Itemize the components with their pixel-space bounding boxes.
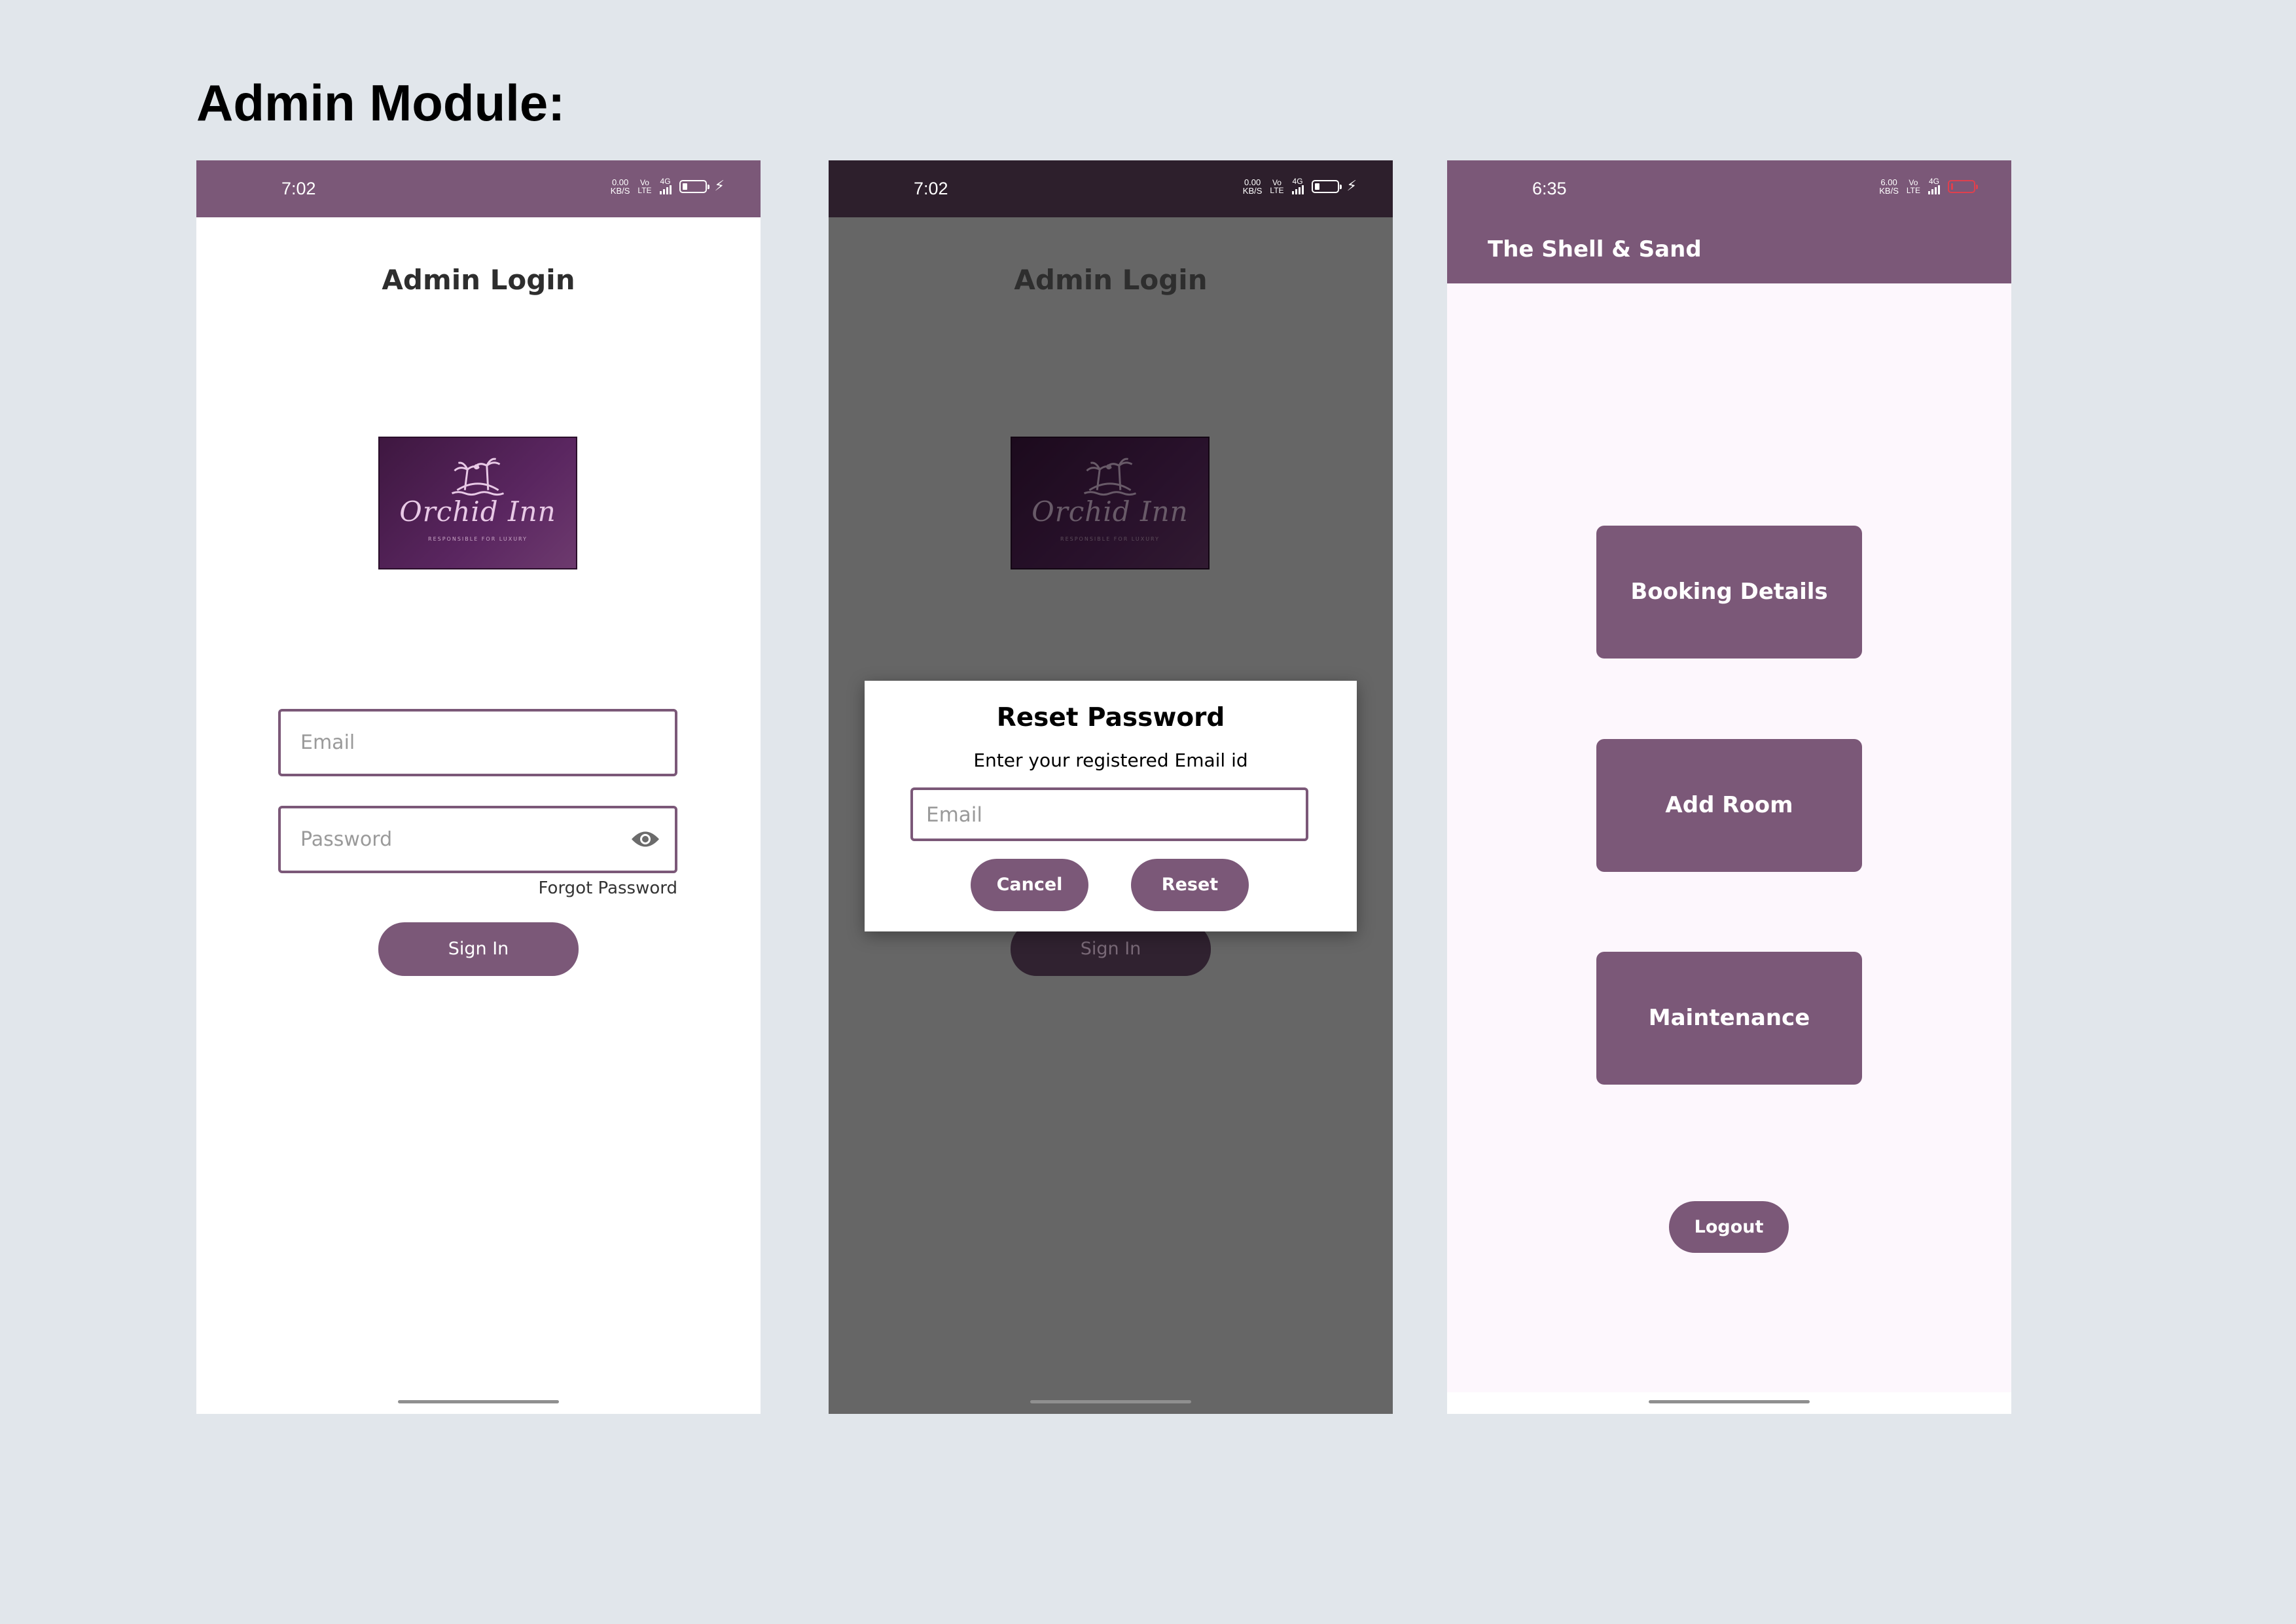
add-room-button[interactable]: Add Room xyxy=(1596,739,1862,872)
status-time: 7:02 xyxy=(281,179,316,198)
status-bar: 7:02 0.00 KB/S Vo LTE 4G ⚡ xyxy=(829,160,1393,217)
signal-icon: 4G xyxy=(659,177,672,196)
logo-name: Orchid Inn xyxy=(399,496,556,528)
network-speed: 6.00 KB/S xyxy=(1879,177,1899,196)
system-icons: 6.00 KB/S Vo LTE 4G xyxy=(1879,177,1978,196)
forgot-password-link[interactable]: Forgot Password xyxy=(539,878,677,898)
home-indicator xyxy=(1030,1400,1191,1403)
logo-name: Orchid Inn xyxy=(1031,496,1189,528)
volte-icon: Vo LTE xyxy=(637,178,652,195)
signal-icon: 4G xyxy=(1928,177,1940,196)
logo-tagline: RESPONSIBLE FOR LUXURY xyxy=(1060,536,1160,542)
charging-icon: ⚡ xyxy=(714,178,725,194)
hotel-logo: Orchid Inn RESPONSIBLE FOR LUXURY xyxy=(378,437,577,569)
phone-screen-reset-password: 7:02 0.00 KB/S Vo LTE 4G ⚡ Admin Login Orc… xyxy=(829,160,1393,1414)
network-speed: 0.00 KB/S xyxy=(1242,177,1263,196)
volte-icon: Vo LTE xyxy=(1270,178,1284,195)
maintenance-button[interactable]: Maintenance xyxy=(1596,952,1862,1085)
phone-screen-admin-login: 7:02 0.00 KB/S Vo LTE 4G ⚡ Admin Login Orc… xyxy=(196,160,761,1414)
status-bar: 6:35 6.00 KB/S Vo LTE 4G xyxy=(1447,160,2011,217)
cancel-button[interactable]: Cancel xyxy=(971,859,1088,911)
palm-island-icon xyxy=(451,458,505,496)
dialog-subtitle: Enter your registered Email id xyxy=(973,749,1248,771)
dialog-title: Reset Password xyxy=(996,703,1225,732)
reset-email-field[interactable]: Email xyxy=(910,787,1308,841)
booking-details-button[interactable]: Booking Details xyxy=(1596,526,1862,659)
palm-island-icon xyxy=(1083,458,1137,496)
reset-button[interactable]: Reset xyxy=(1131,859,1249,911)
system-icons: 0.00 KB/S Vo LTE 4G ⚡ xyxy=(1243,177,1357,196)
battery-icon xyxy=(1311,180,1342,193)
screen-title: Admin Login xyxy=(1014,264,1208,296)
app-bar: The Shell & Sand xyxy=(1447,217,2011,283)
logo-tagline: RESPONSIBLE FOR LUXURY xyxy=(428,536,528,542)
volte-icon: Vo LTE xyxy=(1906,178,1920,195)
phone-screen-admin-dashboard: 6:35 6.00 KB/S Vo LTE 4G The Shell & Sand … xyxy=(1447,160,2011,1414)
app-title: The Shell & Sand xyxy=(1488,236,1702,262)
home-indicator xyxy=(1649,1400,1810,1403)
hotel-logo: Orchid Inn RESPONSIBLE FOR LUXURY xyxy=(1011,437,1210,569)
network-speed: 0.00 KB/S xyxy=(610,177,630,196)
status-time: 7:02 xyxy=(914,179,948,198)
signal-icon: 4G xyxy=(1291,177,1304,196)
email-field[interactable]: Email xyxy=(278,709,677,776)
status-time: 6:35 xyxy=(1532,179,1567,198)
sign-in-button[interactable]: Sign In xyxy=(378,922,579,976)
system-icons: 0.00 KB/S Vo LTE 4G ⚡ xyxy=(611,177,725,196)
password-placeholder: Password xyxy=(300,828,393,851)
reset-password-dialog: Reset Password Enter your registered Ema… xyxy=(865,681,1357,931)
email-placeholder: Email xyxy=(300,731,355,754)
screen-title: Admin Login xyxy=(382,264,575,296)
page-heading: Admin Module: xyxy=(196,74,565,132)
email-placeholder: Email xyxy=(926,803,983,827)
charging-icon: ⚡ xyxy=(1346,178,1357,194)
home-indicator xyxy=(398,1400,559,1403)
logout-button[interactable]: Logout xyxy=(1669,1201,1789,1253)
battery-low-icon xyxy=(1948,180,1978,193)
status-bar: 7:02 0.00 KB/S Vo LTE 4G ⚡ xyxy=(196,160,761,217)
battery-icon xyxy=(679,180,709,193)
password-field[interactable]: Password xyxy=(278,806,677,873)
eye-icon[interactable] xyxy=(630,828,660,850)
